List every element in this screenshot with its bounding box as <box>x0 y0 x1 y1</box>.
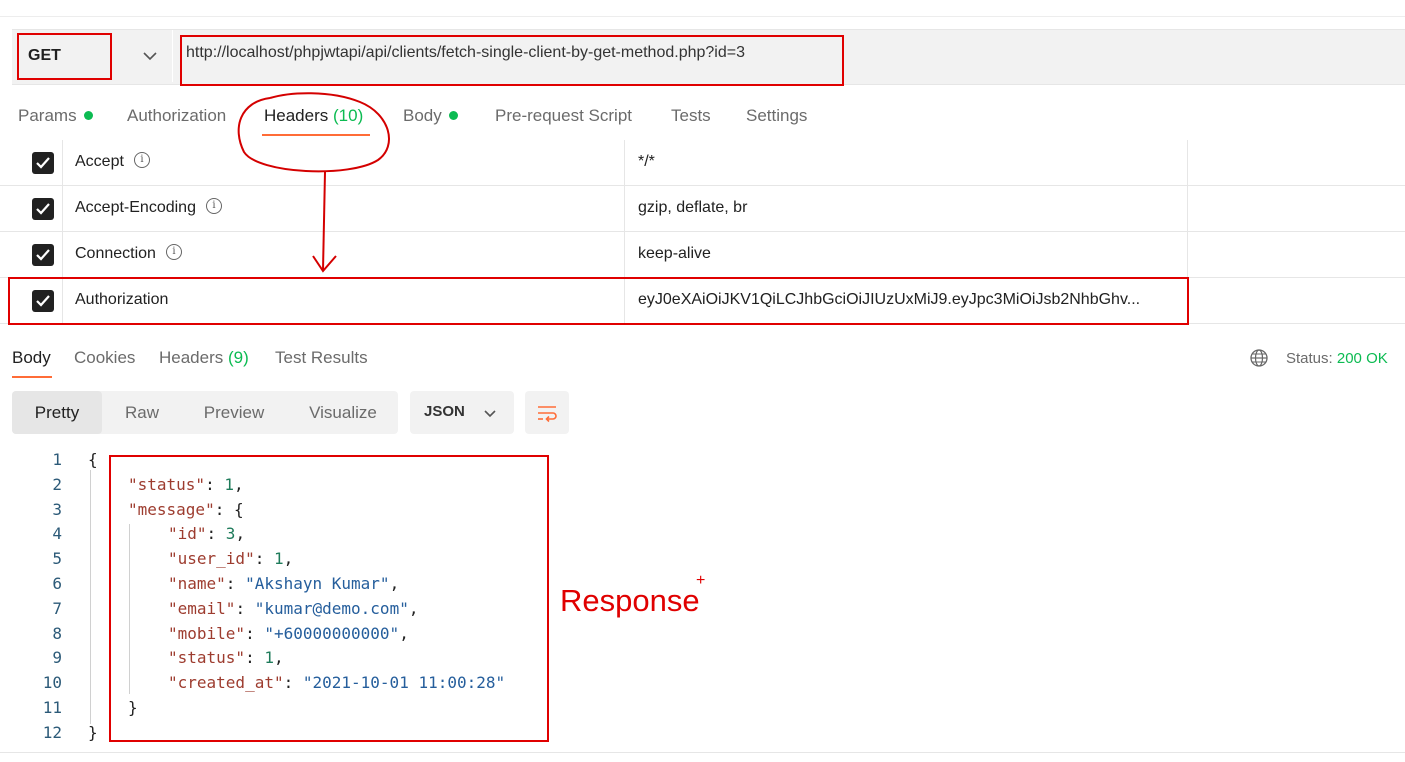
column-divider <box>1187 140 1188 185</box>
table-row: Accept i */* <box>0 140 1405 186</box>
annotation-response-box <box>109 455 549 742</box>
response-status[interactable]: Status: 200 OK <box>1286 350 1388 367</box>
header-key[interactable]: Accept i <box>75 151 150 171</box>
column-divider <box>624 232 625 277</box>
header-key[interactable]: Accept-Encoding i <box>75 197 222 217</box>
checkbox-icon[interactable] <box>32 198 54 220</box>
code-line: { <box>88 450 98 469</box>
status-dot <box>448 111 458 121</box>
view-visualize-button[interactable]: Visualize <box>300 391 386 434</box>
view-raw-button[interactable]: Raw <box>112 391 172 434</box>
info-icon[interactable]: i <box>165 243 182 260</box>
bottom-divider <box>0 752 1405 753</box>
status-label: Status: <box>1286 350 1333 367</box>
format-label: JSON <box>424 403 465 420</box>
method-url-divider <box>172 30 173 82</box>
line-number: 7 <box>52 598 62 618</box>
header-key-text: Accept-Encoding <box>75 199 196 216</box>
top-divider <box>0 16 1405 17</box>
column-divider <box>624 186 625 231</box>
line-number: 2 <box>52 474 62 494</box>
indent-guide <box>90 470 91 724</box>
column-divider <box>624 140 625 185</box>
line-number: 9 <box>52 648 62 668</box>
code-line: } <box>88 722 98 742</box>
tab-response-body[interactable]: Body <box>12 348 51 368</box>
header-value[interactable]: */* <box>638 153 1178 171</box>
line-number: 8 <box>52 623 62 643</box>
status-value: 200 OK <box>1336 350 1388 367</box>
header-key-text: Connection <box>75 245 156 262</box>
header-value[interactable]: gzip, deflate, br <box>638 199 1178 217</box>
header-key-text: Accept <box>75 153 124 170</box>
status-dot <box>83 111 93 121</box>
annotation-plus: + <box>696 572 706 589</box>
checkbox-cell <box>0 186 63 231</box>
header-value[interactable]: keep-alive <box>638 245 1178 263</box>
view-pretty-button[interactable]: Pretty <box>12 391 102 434</box>
annotation-url-box <box>180 35 844 86</box>
view-mode-segmented-control: Pretty Raw Preview Visualize <box>12 391 398 434</box>
tab-params[interactable]: Params <box>18 106 93 126</box>
line-number: 12 <box>42 722 62 742</box>
tab-authorization[interactable]: Authorization <box>127 106 226 126</box>
tab-label: Body <box>403 106 442 125</box>
column-divider <box>1187 186 1188 231</box>
line-number: 4 <box>52 524 62 544</box>
header-key[interactable]: Connection i <box>75 243 182 263</box>
checkbox-cell <box>0 140 63 185</box>
table-row: Accept-Encoding i gzip, deflate, br <box>0 186 1405 232</box>
tab-tests[interactable]: Tests <box>671 106 711 126</box>
checkbox-icon[interactable] <box>32 244 54 266</box>
tab-test-results[interactable]: Test Results <box>275 348 368 368</box>
line-number: 1 <box>52 450 62 469</box>
chevron-down-icon <box>484 410 496 418</box>
format-select[interactable]: JSON <box>410 391 514 434</box>
wrap-lines-button[interactable] <box>525 391 569 434</box>
annotation-authorization-box <box>8 277 1189 325</box>
globe-icon[interactable] <box>1249 348 1269 368</box>
annotation-method-box <box>17 33 112 80</box>
annotation-response-label: Response <box>560 583 700 618</box>
annotation-circle-arrow <box>237 92 390 273</box>
table-row: Connection i keep-alive <box>0 232 1405 278</box>
line-number: 10 <box>42 673 62 693</box>
line-number: 3 <box>52 499 62 519</box>
tab-label: Params <box>18 106 77 125</box>
info-icon[interactable]: i <box>133 151 150 168</box>
column-divider <box>1187 232 1188 277</box>
tab-pre-request-script[interactable]: Pre-request Script <box>495 106 632 126</box>
wrap-lines-icon <box>538 406 557 423</box>
line-number: 11 <box>42 698 62 717</box>
tab-body[interactable]: Body <box>403 106 458 126</box>
tab-count: (9) <box>228 348 249 367</box>
tab-cookies[interactable]: Cookies <box>74 348 135 368</box>
tab-settings[interactable]: Settings <box>746 106 807 126</box>
line-number: 5 <box>52 549 62 569</box>
tab-label: Headers <box>159 348 224 367</box>
checkbox-cell <box>0 232 63 277</box>
line-number: 6 <box>52 574 62 593</box>
chevron-down-icon[interactable] <box>140 46 160 66</box>
tab-response-headers[interactable]: Headers (9) <box>159 348 249 368</box>
info-icon[interactable]: i <box>205 197 222 214</box>
view-preview-button[interactable]: Preview <box>192 391 276 434</box>
active-tab-indicator <box>12 376 52 378</box>
checkbox-icon[interactable] <box>32 152 54 174</box>
